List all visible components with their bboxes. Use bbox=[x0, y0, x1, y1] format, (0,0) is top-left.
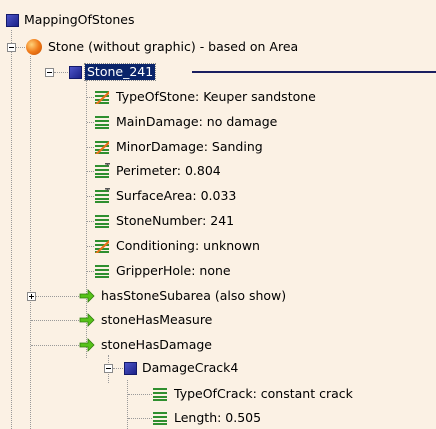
blue-square-icon bbox=[124, 362, 137, 375]
tree-node-relation[interactable]: stoneHasDamage bbox=[79, 335, 214, 355]
node-label: stoneHasDamage bbox=[101, 337, 212, 352]
tree-node-relation[interactable]: stoneHasMeasure bbox=[79, 310, 214, 330]
list-green-icon bbox=[94, 114, 110, 130]
collapse-toggle[interactable] bbox=[45, 68, 54, 77]
orange-ball-icon bbox=[26, 39, 42, 55]
tree-node-relation[interactable]: hasStoneSubarea (also show) bbox=[79, 286, 288, 306]
tree-line bbox=[87, 221, 94, 222]
tree-line bbox=[11, 30, 12, 429]
node-label: MainDamage: no damage bbox=[116, 113, 278, 129]
tree-line bbox=[87, 270, 94, 272]
connector-line bbox=[192, 71, 436, 73]
blue-square-icon bbox=[69, 66, 82, 79]
tree-node-attribute[interactable]: TypeOfStone: Keuper sandstone bbox=[94, 87, 318, 107]
node-label: TypeOfCrack: constant crack bbox=[174, 386, 353, 401]
tree-line bbox=[31, 345, 79, 346]
tree-line bbox=[87, 97, 94, 98]
tree-node-root[interactable]: MappingOfStones bbox=[6, 10, 137, 30]
tree-line bbox=[87, 146, 94, 148]
tree-node-attribute[interactable]: Length: 0.505 bbox=[152, 408, 263, 428]
node-label: SurfaceArea: 0.033 bbox=[116, 188, 237, 204]
node-label: Perimeter: 0.804 bbox=[116, 163, 221, 179]
tree-line bbox=[127, 380, 128, 429]
node-label: GripperHole: none bbox=[116, 262, 231, 278]
collapse-toggle[interactable] bbox=[7, 43, 16, 52]
tree-line bbox=[128, 418, 152, 419]
list-orange-icon bbox=[94, 238, 110, 254]
expand-toggle[interactable] bbox=[27, 292, 36, 301]
tree-node-attribute[interactable]: TypeOfCrack: constant crack bbox=[152, 384, 355, 404]
list-green-icon bbox=[152, 410, 168, 426]
tree-line bbox=[54, 72, 68, 73]
collapse-toggle[interactable] bbox=[104, 364, 113, 373]
arrow-right-icon bbox=[79, 288, 95, 304]
tree-line bbox=[87, 171, 94, 173]
node-label: Length: 0.505 bbox=[174, 410, 262, 425]
arrow-right-icon bbox=[79, 337, 95, 353]
tree-line bbox=[87, 196, 94, 198]
node-label: stoneHasMeasure bbox=[101, 312, 213, 327]
list-orange-icon bbox=[94, 89, 110, 105]
list-plus-icon bbox=[94, 161, 110, 179]
tree-line bbox=[113, 368, 123, 369]
list-orange-icon bbox=[94, 139, 110, 155]
tree-line bbox=[36, 296, 79, 297]
node-label: DamageCrack4 bbox=[142, 360, 239, 375]
tree-node-stone-241[interactable]: Stone_241 bbox=[69, 62, 157, 82]
tree-node-damage-crack[interactable]: DamageCrack4 bbox=[124, 358, 240, 378]
tree-line bbox=[87, 121, 94, 123]
node-label: Stone (without graphic) - based on Area bbox=[48, 39, 299, 54]
node-label: MappingOfStones bbox=[24, 12, 135, 27]
tree-node-attribute[interactable]: GripperHole: none bbox=[94, 261, 233, 281]
node-label: MinorDamage: Sanding bbox=[116, 138, 263, 154]
tree-node-attribute[interactable]: StoneNumber: 241 bbox=[94, 211, 236, 231]
tree-node-attribute[interactable]: Conditioning: unknown bbox=[94, 236, 262, 256]
blue-square-icon bbox=[6, 14, 19, 27]
node-label: StoneNumber: 241 bbox=[116, 213, 235, 228]
node-label: TypeOfStone: Keuper sandstone bbox=[116, 89, 316, 104]
tree-node-stone[interactable]: Stone (without graphic) - based on Area bbox=[26, 37, 300, 57]
tree-line bbox=[31, 320, 79, 321]
tree-line bbox=[87, 245, 94, 247]
node-label: Conditioning: unknown bbox=[116, 237, 260, 253]
tree-node-attribute[interactable]: MinorDamage: Sanding bbox=[94, 137, 265, 157]
tree-line bbox=[30, 56, 31, 429]
tree-node-attribute[interactable]: Perimeter: 0.804 bbox=[94, 161, 223, 181]
node-label: hasStoneSubarea (also show) bbox=[101, 288, 287, 303]
tree-node-attribute[interactable]: SurfaceArea: 0.033 bbox=[94, 186, 238, 206]
tree-line bbox=[128, 394, 152, 395]
tree-node-attribute[interactable]: MainDamage: no damage bbox=[94, 112, 279, 132]
list-green-icon bbox=[94, 213, 110, 229]
arrow-right-icon bbox=[79, 312, 95, 328]
list-green-icon bbox=[152, 386, 168, 402]
node-label: Stone_241 bbox=[83, 63, 157, 81]
tree-line bbox=[16, 47, 25, 48]
list-green-icon bbox=[94, 263, 110, 279]
list-plus-icon bbox=[94, 186, 110, 204]
